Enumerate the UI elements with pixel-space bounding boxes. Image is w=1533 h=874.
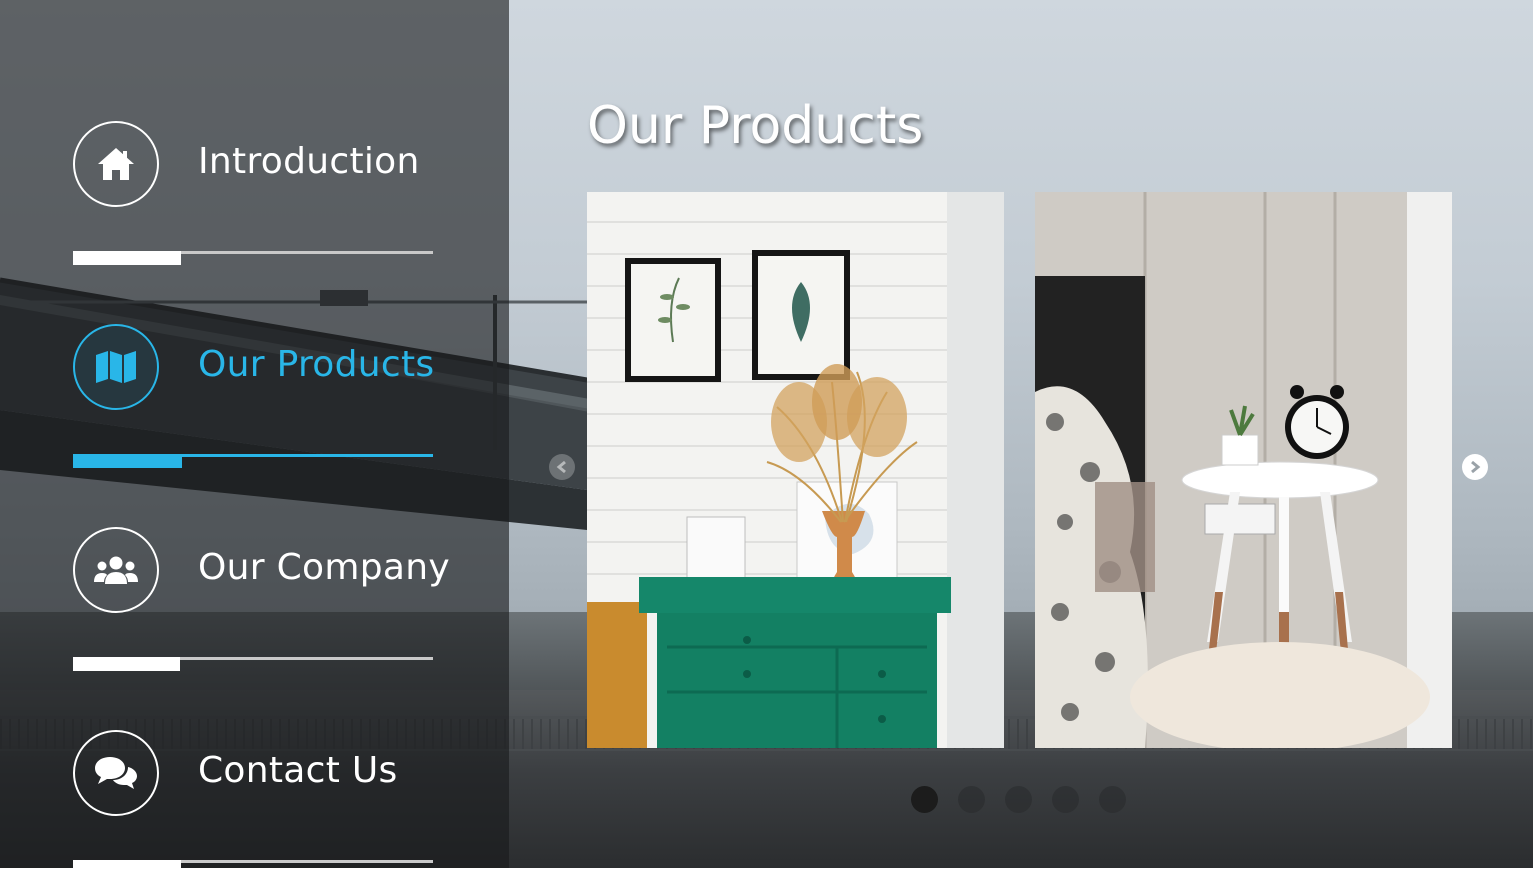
chevron-right-icon [1471,460,1481,474]
product-card-bedside-table[interactable] [1035,192,1452,748]
nav-item-our-products[interactable]: Our Products [73,324,513,468]
section-progress-bar [73,860,433,874]
chat-icon [73,730,159,816]
nav-label: Introduction [198,141,420,182]
dresser-product-image [587,192,1004,748]
carousel-dot[interactable] [958,786,985,813]
nav-item-contact-us[interactable]: Contact Us [73,730,513,874]
carousel-pagination [911,786,1126,813]
nav-item-our-company[interactable]: Our Company [73,527,513,671]
sidebar-nav: Introduction Our Products Our Company Co… [0,0,509,874]
product-card-dresser[interactable] [587,192,1004,748]
carousel-dot[interactable] [1052,786,1079,813]
section-progress-bar [73,454,433,468]
chevron-left-icon [556,460,566,474]
home-icon [73,121,159,207]
nav-item-introduction[interactable]: Introduction [73,121,513,265]
map-icon [73,324,159,410]
nav-label: Contact Us [198,750,398,791]
bedside-table-product-image [1035,192,1452,748]
carousel-dot[interactable] [1099,786,1126,813]
page-title: Our Products [587,96,924,156]
nav-label: Our Company [198,547,450,588]
carousel-dot[interactable] [911,786,938,813]
users-icon [73,527,159,613]
carousel-prev-button[interactable] [549,454,575,480]
section-progress-bar [73,657,433,671]
carousel-next-button[interactable] [1462,454,1488,480]
nav-label: Our Products [198,344,435,385]
carousel-dot[interactable] [1005,786,1032,813]
section-progress-bar [73,251,433,265]
